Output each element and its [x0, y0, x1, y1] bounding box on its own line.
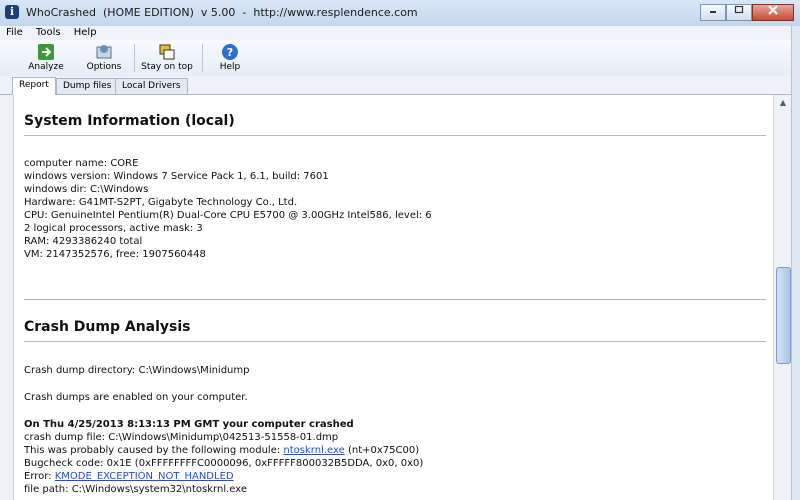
scrollbar-thumb[interactable]: [776, 267, 791, 364]
system-info-heading: System Information (local): [24, 113, 235, 129]
close-button[interactable]: [752, 4, 794, 21]
divider: [24, 299, 766, 300]
analyze-label: Analyze: [28, 62, 64, 72]
tab-dump-files[interactable]: Dump files: [56, 78, 119, 94]
options-button[interactable]: Options: [84, 42, 124, 76]
file-path: file path: C:\Windows\system32\ntoskrnl.…: [24, 484, 248, 495]
dump-directory: Crash dump directory: C:\Windows\Minidum…: [24, 365, 250, 376]
scroll-up-icon[interactable]: ▲: [774, 95, 792, 111]
menu-tools[interactable]: Tools: [36, 26, 61, 40]
window-title: WhoCrashed (HOME EDITION) v 5.00 - http:…: [26, 6, 418, 19]
error-label: Error:: [24, 471, 55, 482]
toolbar: Analyze Options Stay on top ? Help: [0, 40, 800, 77]
error-line: Error: KMODE_EXCEPTION_NOT_HANDLED: [24, 471, 234, 482]
toolbar-separator: [202, 44, 203, 72]
system-info-line: windows version: Windows 7 Service Pack …: [24, 171, 329, 182]
stay-on-top-button[interactable]: Stay on top: [140, 42, 194, 76]
menu-help[interactable]: Help: [74, 26, 97, 40]
system-info-line: windows dir: C:\Windows: [24, 184, 149, 195]
system-info-line: computer name: CORE: [24, 158, 139, 169]
system-info-line: CPU: GenuineIntel Pentium(R) Dual-Core C…: [24, 210, 432, 221]
minimize-button[interactable]: [700, 4, 726, 21]
divider: [24, 135, 766, 136]
module-link[interactable]: ntoskrnl.exe: [283, 445, 344, 456]
probable-cause-text: This was probably caused by the followin…: [24, 445, 284, 456]
help-button[interactable]: ? Help: [212, 42, 248, 76]
system-info-line: RAM: 4293386240 total: [24, 236, 143, 247]
tab-report[interactable]: Report: [12, 77, 56, 95]
app-window: ℹ WhoCrashed (HOME EDITION) v 5.00 - htt…: [0, 0, 800, 500]
tab-bar: Report Dump files Local Drivers: [0, 76, 800, 95]
crash-dump-heading: Crash Dump Analysis: [24, 319, 191, 335]
window-controls: [700, 4, 794, 21]
stay-on-top-label: Stay on top: [141, 62, 193, 72]
system-info-line: 2 logical processors, active mask: 3: [24, 223, 203, 234]
analyze-button[interactable]: Analyze: [26, 42, 66, 76]
bugcheck-code: Bugcheck code: 0x1E (0xFFFFFFFFC0000096,…: [24, 458, 424, 469]
error-link[interactable]: KMODE_EXCEPTION_NOT_HANDLED: [55, 471, 234, 482]
menu-bar: File Tools Help: [0, 26, 800, 40]
menu-file[interactable]: File: [6, 26, 23, 40]
window-frame: [791, 26, 800, 500]
report-panel: System Information (local) computer name…: [13, 95, 774, 500]
module-offset: (nt+0x75C00): [344, 445, 420, 456]
crash-event-title: On Thu 4/25/2013 8:13:13 PM GMT your com…: [24, 419, 354, 430]
crash-dump-file: crash dump file: C:\Windows\Minidump\042…: [24, 432, 339, 443]
maximize-button[interactable]: [726, 4, 752, 21]
probable-cause: This was probably caused by the followin…: [24, 445, 419, 456]
help-icon: ?: [222, 44, 238, 60]
divider: [24, 341, 766, 342]
title-bar[interactable]: ℹ WhoCrashed (HOME EDITION) v 5.00 - htt…: [0, 0, 800, 27]
tab-local-drivers[interactable]: Local Drivers: [115, 78, 188, 94]
vertical-scrollbar[interactable]: ▲: [773, 95, 792, 500]
options-label: Options: [86, 62, 122, 72]
svg-text:?: ?: [227, 46, 233, 59]
close-icon: [768, 5, 778, 15]
options-icon: [96, 45, 112, 59]
dumps-enabled-note: Crash dumps are enabled on your computer…: [24, 392, 248, 403]
help-label: Help: [219, 62, 241, 72]
toolbar-separator: [134, 44, 135, 72]
minimize-icon: [710, 11, 716, 13]
analyze-icon: [38, 44, 54, 60]
app-icon: ℹ: [5, 5, 19, 19]
stay-on-top-icon: [159, 44, 175, 60]
maximize-icon: [734, 5, 744, 14]
system-info-line: VM: 2147352576, free: 1907560448: [24, 249, 206, 260]
system-info-line: Hardware: G41MT-S2PT, Gigabyte Technolog…: [24, 197, 298, 208]
